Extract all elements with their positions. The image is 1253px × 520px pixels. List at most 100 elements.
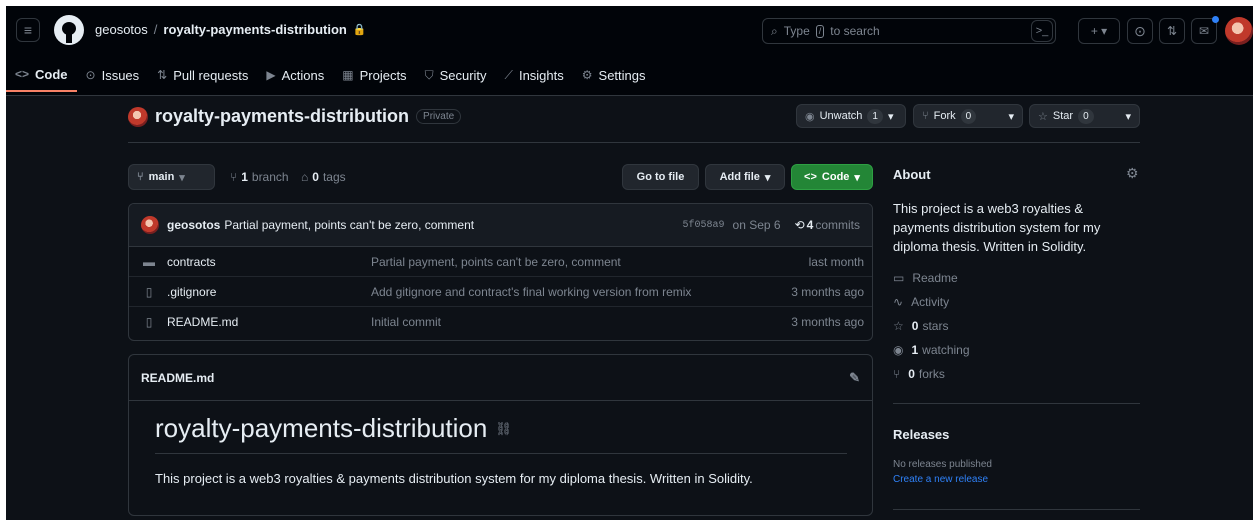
tab-label: Pull requests <box>173 67 249 83</box>
search-placeholder-pre: Type <box>783 24 810 38</box>
branch-word: branch <box>251 170 289 184</box>
latest-commit: geosotos Partial payment, points can't b… <box>129 204 872 247</box>
search-input[interactable]: ⌕ Type / to search <box>762 18 1056 44</box>
tab-label: Code <box>35 66 68 82</box>
divider <box>893 509 1140 510</box>
create-release-link[interactable]: Create a new release <box>893 474 988 485</box>
hamburger-menu-button[interactable]: ≡ <box>16 18 40 42</box>
tab-security[interactable]: ⛉ Security <box>416 58 496 92</box>
watching-count: 1 <box>911 343 919 357</box>
repo-name-link[interactable]: royalty-payments-distribution <box>155 106 409 127</box>
releases-title[interactable]: Releases <box>893 427 949 442</box>
commit-author-avatar[interactable] <box>141 216 159 234</box>
watching-word: watching <box>922 343 970 357</box>
tab-label: Projects <box>359 67 407 83</box>
breadcrumb: geosotos / royalty-payments-distribution… <box>95 22 367 37</box>
inbox-button[interactable]: ✉ <box>1191 16 1219 44</box>
add-file-button[interactable]: Add file ▾ <box>705 164 785 190</box>
star-button[interactable]: ☆ Star 0 ▾ <box>1029 104 1140 128</box>
pull-request-icon: ⇅ <box>1166 24 1178 38</box>
branches-link[interactable]: ⑂ 1 branch <box>230 170 289 184</box>
pull-request-icon: ⇅ <box>157 68 168 82</box>
hamburger-icon: ≡ <box>23 22 33 38</box>
breadcrumb-owner[interactable]: geosotos <box>95 22 148 37</box>
tab-label: Settings <box>598 67 646 83</box>
pulse-icon: ∿ <box>893 295 904 309</box>
activity-link[interactable]: ∿ Activity <box>893 295 949 309</box>
owner-avatar[interactable] <box>128 106 148 127</box>
file-time: 3 months ago <box>791 284 864 299</box>
file-name[interactable]: README.md <box>159 315 371 329</box>
tab-pull-requests[interactable]: ⇅ Pull requests <box>148 58 257 92</box>
stars-word: stars <box>922 319 949 333</box>
readme-link[interactable]: ▭ Readme <box>893 271 958 285</box>
code-label: Code <box>821 171 850 183</box>
tags-link[interactable]: ⌂ 0 tags <box>301 170 346 184</box>
pull-requests-button[interactable]: ⇅ <box>1159 18 1185 44</box>
eye-icon: ◉ <box>805 110 815 123</box>
tab-insights[interactable]: ⟋ Insights <box>496 58 573 92</box>
forks-link[interactable]: ⑂ 0 forks <box>893 367 945 381</box>
stars-count: 0 <box>911 319 919 333</box>
table-row[interactable]: ▬ contracts Partial payment, points can'… <box>129 247 872 277</box>
github-logo-icon[interactable] <box>54 15 84 45</box>
tag-word: tags <box>322 170 346 184</box>
tab-settings[interactable]: ⚙ Settings <box>573 58 655 92</box>
search-placeholder-post: to search <box>830 24 880 38</box>
chevron-down-icon: ▾ <box>887 110 894 123</box>
chevron-down-icon: ▾ <box>764 171 771 184</box>
issues-button[interactable]: ⊙ <box>1127 18 1153 44</box>
tab-issues[interactable]: ⊙ Issues <box>77 58 149 92</box>
watching-link[interactable]: ◉ 1 watching <box>893 343 970 357</box>
tab-projects[interactable]: ▦ Projects <box>333 58 415 92</box>
activity-label: Activity <box>911 295 950 309</box>
commit-date: on Sep 6 <box>732 218 781 232</box>
file-name[interactable]: contracts <box>159 255 371 269</box>
star-count: 0 <box>1078 108 1094 124</box>
command-palette-button[interactable]: >_ <box>1031 20 1053 42</box>
tab-label: Security <box>439 67 487 83</box>
eye-icon: ◉ <box>893 343 904 357</box>
fork-icon: ⑂ <box>893 367 901 381</box>
branch-name: main <box>148 171 175 183</box>
tab-code[interactable]: <> Code <box>6 58 77 92</box>
readme-filename: README.md <box>141 370 215 385</box>
unwatch-button[interactable]: ◉ Unwatch 1 ▾ <box>796 104 906 128</box>
breadcrumb-repo[interactable]: royalty-payments-distribution <box>163 22 346 37</box>
code-icon: <> <box>15 67 30 81</box>
commits-count[interactable]: 4 <box>807 218 814 232</box>
global-header: ≡ geosotos / royalty-payments-distributi… <box>6 6 1253 96</box>
file-name[interactable]: .gitignore <box>159 285 371 299</box>
link-icon[interactable]: ⛓ <box>495 421 512 437</box>
file-commit-message[interactable]: Partial payment, points can't be zero, c… <box>371 255 809 269</box>
issue-icon: ⊙ <box>85 68 96 82</box>
shield-icon: ⛉ <box>424 67 434 82</box>
fork-button[interactable]: ⑂ Fork 0 ▾ <box>913 104 1023 128</box>
branch-count: 1 <box>241 170 248 184</box>
user-avatar[interactable] <box>1225 17 1253 45</box>
chevron-down-icon: ▾ <box>179 171 185 184</box>
graph-icon: ⟋ <box>504 67 513 82</box>
file-commit-message[interactable]: Add gitignore and contract's final worki… <box>371 285 791 299</box>
gear-icon[interactable]: ⚙ <box>1126 165 1139 182</box>
stars-link[interactable]: ☆ 0 stars <box>893 319 948 333</box>
repo-nav-tabs: <> Code ⊙ Issues ⇅ Pull requests ▶ Actions ▦… <box>6 58 655 96</box>
code-button[interactable]: <> Code ▾ <box>791 164 873 190</box>
table-row[interactable]: ▯ README.md Initial commit 3 months ago <box>129 307 872 337</box>
pencil-icon[interactable]: ✎ <box>849 370 860 386</box>
table-row[interactable]: ▯ .gitignore Add gitignore and contract'… <box>129 277 872 307</box>
commit-message[interactable]: Partial payment, points can't be zero, c… <box>224 218 474 232</box>
commit-author[interactable]: geosotos <box>167 218 220 232</box>
file-commit-message[interactable]: Initial commit <box>371 315 791 329</box>
branch-selector[interactable]: ⑂ main ▾ <box>128 164 215 190</box>
visibility-badge: Private <box>416 109 462 124</box>
go-to-file-button[interactable]: Go to file <box>622 164 699 190</box>
commit-sha[interactable]: 5f058a9 <box>683 220 725 231</box>
commits-word[interactable]: commits <box>815 218 860 232</box>
create-new-button[interactable]: + ▾ <box>1078 18 1120 44</box>
tab-actions[interactable]: ▶ Actions <box>257 58 333 92</box>
fork-count: 0 <box>960 108 977 124</box>
divider <box>155 453 847 454</box>
inbox-icon: ✉ <box>1198 24 1210 38</box>
chevron-down-icon: ▾ <box>854 171 860 184</box>
